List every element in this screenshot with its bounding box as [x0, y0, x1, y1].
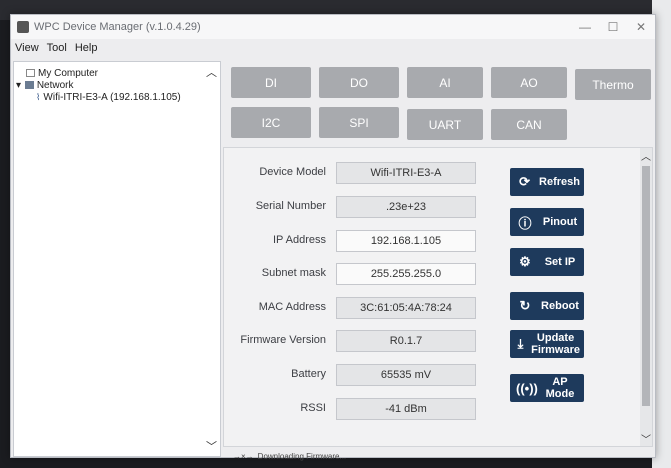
tree-item-device[interactable]: ⌇ Wifi-ITRI-E3-A (192.168.1.105): [36, 92, 181, 103]
device-info-panel: Device Model Wifi-ITRI-E3-A Serial Numbe…: [223, 147, 653, 447]
tree-label-network: Network: [36, 80, 74, 91]
tab-thermo[interactable]: Thermo: [575, 69, 651, 100]
panel-scrollbar[interactable]: ︿ ﹀: [640, 148, 652, 446]
label-device-model: Device Model: [259, 166, 326, 178]
label-serial-number: Serial Number: [255, 200, 326, 212]
wifi-device-icon: ⌇: [36, 92, 41, 102]
set-ip-button[interactable]: ⚙ Set IP: [510, 248, 584, 276]
ip-address-field[interactable]: 192.168.1.105: [336, 230, 476, 252]
info-icon: ⓘ: [518, 215, 532, 231]
tab-can[interactable]: CAN: [491, 109, 567, 140]
update-firmware-label: Update Firmware: [531, 332, 581, 356]
refresh-label: Refresh: [539, 176, 580, 188]
ap-mode-button[interactable]: ((•)) AP Mode: [510, 374, 584, 402]
ap-mode-label: AP Mode: [545, 376, 575, 400]
set-ip-label: Set IP: [544, 256, 576, 268]
network-icon: [24, 81, 34, 90]
label-mac-address: MAC Address: [258, 301, 326, 313]
label-firmware-version: Firmware Version: [240, 334, 326, 346]
reboot-icon: ↻: [519, 298, 531, 313]
tab-di[interactable]: DI: [231, 67, 311, 98]
gear-icon: ⚙: [519, 254, 531, 269]
device-tree[interactable]: My Computer ▾ Network ⌇ Wifi-ITRI-E3-A (1…: [13, 61, 221, 457]
tab-i2c[interactable]: I2C: [231, 107, 311, 138]
window-title: WPC Device Manager (v.1.0.4.29): [34, 21, 201, 33]
refresh-icon: ⟳: [519, 174, 530, 189]
scroll-thumb[interactable]: [642, 166, 650, 406]
tab-uart[interactable]: UART: [407, 109, 483, 140]
menu-view[interactable]: View: [15, 42, 39, 54]
value-firmware-version: R0.1.7: [336, 330, 476, 352]
function-tabs: DI DO AI AO Thermo I2C SPI UART CAN: [227, 61, 651, 141]
tab-spi[interactable]: SPI: [319, 107, 399, 138]
label-subnet-mask: Subnet mask: [261, 267, 326, 279]
menu-tool[interactable]: Tool: [47, 42, 67, 54]
pinout-button[interactable]: ⓘ Pinout: [510, 208, 584, 236]
refresh-button[interactable]: ⟳ Refresh: [510, 168, 584, 196]
close-button[interactable]: ✕: [627, 20, 655, 34]
scroll-down-icon[interactable]: ﹀: [641, 431, 651, 446]
pinout-label: Pinout: [542, 216, 578, 228]
reboot-label: Reboot: [541, 300, 579, 312]
value-rssi: -41 dBm: [336, 398, 476, 420]
status-arrows-icon: →×→: [233, 451, 254, 461]
wireless-icon: ((•)): [516, 380, 538, 396]
label-rssi: RSSI: [300, 402, 326, 414]
maximize-button[interactable]: ☐: [599, 20, 627, 34]
tree-label-device: Wifi-ITRI-E3-A (192.168.1.105): [43, 92, 181, 103]
update-firmware-button[interactable]: ⤓ Update Firmware: [510, 330, 584, 358]
tree-scroll-down-icon[interactable]: ﹀: [206, 438, 217, 454]
status-bar: →×→ Downloading Firmware...: [223, 449, 653, 463]
tree-item-my-computer[interactable]: My Computer: [26, 68, 98, 79]
reboot-button[interactable]: ↻ Reboot: [510, 292, 584, 320]
tree-item-network[interactable]: ▾ Network: [16, 80, 74, 91]
title-bar: WPC Device Manager (v.1.0.4.29) — ☐ ✕: [11, 15, 655, 39]
tree-label-root: My Computer: [38, 68, 99, 79]
label-battery: Battery: [291, 368, 326, 380]
label-ip-address: IP Address: [273, 234, 326, 246]
value-device-model: Wifi-ITRI-E3-A: [336, 162, 476, 184]
subnet-mask-field[interactable]: 255.255.255.0: [336, 263, 476, 285]
main-area: My Computer ▾ Network ⌇ Wifi-ITRI-E3-A (1…: [11, 61, 655, 461]
tab-do[interactable]: DO: [319, 67, 399, 98]
app-icon: [17, 21, 29, 33]
value-battery: 65535 mV: [336, 364, 476, 386]
value-mac-address: 3C:61:05:4A:78:24: [336, 297, 476, 319]
download-icon: ⤓: [517, 336, 524, 351]
app-window: WPC Device Manager (v.1.0.4.29) — ☐ ✕ Vi…: [10, 14, 656, 461]
minimize-button[interactable]: —: [571, 20, 599, 34]
menu-bar: View Tool Help: [11, 39, 655, 57]
status-text: Downloading Firmware...: [257, 451, 347, 461]
computer-icon: [26, 69, 35, 78]
tree-scroll-up-icon[interactable]: ︿: [206, 64, 217, 80]
menu-help[interactable]: Help: [75, 42, 98, 54]
value-serial-number: .23e+23: [336, 196, 476, 218]
expand-icon[interactable]: ▾: [16, 80, 21, 91]
scroll-up-icon[interactable]: ︿: [641, 148, 651, 163]
tab-ao[interactable]: AO: [491, 67, 567, 98]
tab-ai[interactable]: AI: [407, 67, 483, 98]
